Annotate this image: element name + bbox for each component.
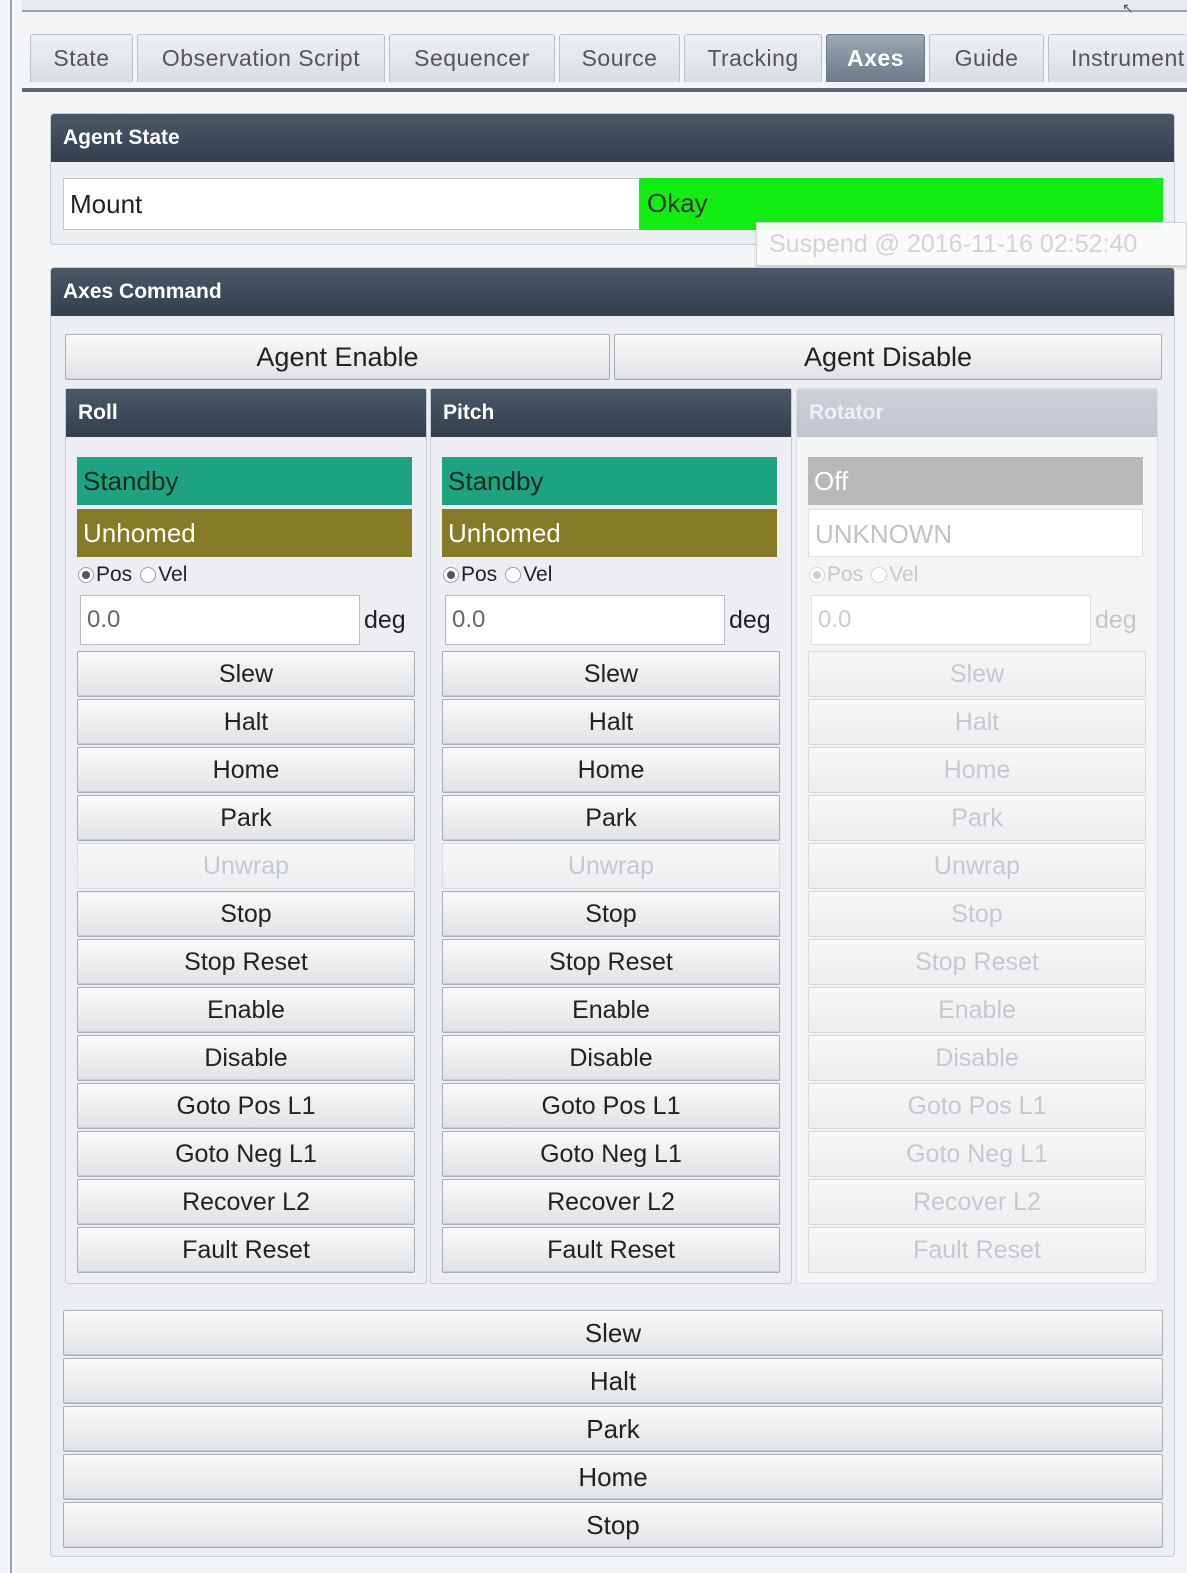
slew-button[interactable]: Slew bbox=[442, 651, 780, 697]
halt-button[interactable]: Halt bbox=[808, 699, 1146, 745]
axis-state-badge: Off bbox=[808, 457, 1143, 505]
mode-radio-group: Pos Vel bbox=[443, 563, 552, 587]
global-park-button[interactable]: Park bbox=[63, 1406, 1163, 1452]
slew-button[interactable]: Slew bbox=[808, 651, 1146, 697]
tab-state[interactable]: State bbox=[30, 34, 133, 82]
axis-title: Pitch bbox=[431, 389, 791, 437]
pitch-axis-panel: Pitch Standby Unhomed Pos Vel deg Slew H… bbox=[430, 388, 792, 1284]
axis-state-badge: Standby bbox=[442, 457, 777, 505]
vel-radio-label: Vel bbox=[889, 563, 919, 586]
pos-radio-label: Pos bbox=[96, 563, 133, 586]
home-button[interactable]: Home bbox=[442, 747, 780, 793]
park-button[interactable]: Park bbox=[77, 795, 415, 841]
left-border bbox=[10, 0, 12, 1573]
tab-source[interactable]: Source bbox=[559, 34, 680, 82]
roll-axis-panel: Roll Standby Unhomed Pos Vel deg Slew Ha… bbox=[65, 388, 427, 1284]
mode-radio-group: Pos Vel bbox=[809, 563, 918, 587]
halt-button[interactable]: Halt bbox=[77, 699, 415, 745]
unwrap-button[interactable]: Unwrap bbox=[808, 843, 1146, 889]
unwrap-button[interactable]: Unwrap bbox=[77, 843, 415, 889]
axes-command-title: Axes Command bbox=[51, 268, 1174, 316]
unit-label: deg bbox=[1095, 606, 1137, 634]
goto-neg-l1-button[interactable]: Goto Neg L1 bbox=[442, 1131, 780, 1177]
agent-name-field: Mount bbox=[63, 178, 641, 230]
stop-button[interactable]: Stop bbox=[77, 891, 415, 937]
vel-radio[interactable] bbox=[871, 567, 888, 583]
tab-sequencer[interactable]: Sequencer bbox=[389, 34, 555, 82]
disable-button[interactable]: Disable bbox=[808, 1035, 1146, 1081]
fault-reset-button[interactable]: Fault Reset bbox=[808, 1227, 1146, 1273]
tab-instrument[interactable]: Instrument bbox=[1048, 34, 1187, 82]
goto-pos-l1-button[interactable]: Goto Pos L1 bbox=[808, 1083, 1146, 1129]
park-button[interactable]: Park bbox=[442, 795, 780, 841]
suspend-tooltip: Suspend @ 2016-11-16 02:52:40 bbox=[756, 222, 1187, 266]
global-halt-button[interactable]: Halt bbox=[63, 1358, 1163, 1404]
stop-reset-button[interactable]: Stop Reset bbox=[808, 939, 1146, 985]
fault-reset-button[interactable]: Fault Reset bbox=[77, 1227, 415, 1273]
slew-button[interactable]: Slew bbox=[77, 651, 415, 697]
agent-state-title: Agent State bbox=[51, 114, 1174, 162]
tab-observation-script[interactable]: Observation Script bbox=[137, 34, 385, 82]
position-input[interactable] bbox=[811, 595, 1091, 645]
enable-button[interactable]: Enable bbox=[808, 987, 1146, 1033]
disable-button[interactable]: Disable bbox=[77, 1035, 415, 1081]
vel-radio[interactable] bbox=[140, 567, 157, 583]
axis-home-state-badge: Unhomed bbox=[442, 509, 777, 557]
fault-reset-button[interactable]: Fault Reset bbox=[442, 1227, 780, 1273]
recover-l2-button[interactable]: Recover L2 bbox=[77, 1179, 415, 1225]
unit-label: deg bbox=[729, 606, 771, 634]
home-button[interactable]: Home bbox=[808, 747, 1146, 793]
pos-radio-label: Pos bbox=[827, 563, 864, 586]
tab-guide[interactable]: Guide bbox=[929, 34, 1044, 82]
position-input[interactable] bbox=[445, 595, 725, 645]
disable-button[interactable]: Disable bbox=[442, 1035, 780, 1081]
axis-home-state-badge: Unhomed bbox=[77, 509, 412, 557]
pos-radio[interactable] bbox=[809, 567, 825, 583]
park-button[interactable]: Park bbox=[808, 795, 1146, 841]
agent-disable-button[interactable]: Agent Disable bbox=[614, 334, 1162, 380]
axis-title: Rotator bbox=[797, 389, 1157, 437]
recover-l2-button[interactable]: Recover L2 bbox=[442, 1179, 780, 1225]
vel-radio-label: Vel bbox=[158, 563, 188, 586]
stop-button[interactable]: Stop bbox=[442, 891, 780, 937]
goto-pos-l1-button[interactable]: Goto Pos L1 bbox=[77, 1083, 415, 1129]
pos-radio-label: Pos bbox=[461, 563, 498, 586]
axis-home-state-badge: UNKNOWN bbox=[808, 509, 1143, 557]
vel-radio[interactable] bbox=[505, 567, 522, 583]
vel-radio-label: Vel bbox=[523, 563, 553, 586]
global-stop-button[interactable]: Stop bbox=[63, 1502, 1163, 1548]
axis-title: Roll bbox=[66, 389, 426, 437]
tab-bar: State Observation Script Sequencer Sourc… bbox=[22, 22, 1187, 92]
enable-button[interactable]: Enable bbox=[77, 987, 415, 1033]
mouse-cursor-icon: ↖ bbox=[1122, 0, 1134, 16]
stop-reset-button[interactable]: Stop Reset bbox=[442, 939, 780, 985]
global-slew-button[interactable]: Slew bbox=[63, 1310, 1163, 1356]
rotator-axis-panel: Rotator Off UNKNOWN Pos Vel deg Slew Hal… bbox=[796, 388, 1158, 1284]
home-button[interactable]: Home bbox=[77, 747, 415, 793]
pos-radio[interactable] bbox=[78, 567, 94, 583]
mode-radio-group: Pos Vel bbox=[78, 563, 187, 587]
halt-button[interactable]: Halt bbox=[442, 699, 780, 745]
goto-neg-l1-button[interactable]: Goto Neg L1 bbox=[808, 1131, 1146, 1177]
axes-command-panel: Axes Command Agent Enable Agent Disable … bbox=[50, 267, 1175, 1557]
position-input[interactable] bbox=[80, 595, 360, 645]
goto-neg-l1-button[interactable]: Goto Neg L1 bbox=[77, 1131, 415, 1177]
agent-enable-button[interactable]: Agent Enable bbox=[65, 334, 610, 380]
recover-l2-button[interactable]: Recover L2 bbox=[808, 1179, 1146, 1225]
stop-reset-button[interactable]: Stop Reset bbox=[77, 939, 415, 985]
window-top-edge bbox=[22, 0, 1187, 12]
tab-axes[interactable]: Axes bbox=[826, 34, 925, 82]
stop-button[interactable]: Stop bbox=[808, 891, 1146, 937]
tab-tracking[interactable]: Tracking bbox=[684, 34, 822, 82]
unit-label: deg bbox=[364, 606, 406, 634]
global-home-button[interactable]: Home bbox=[63, 1454, 1163, 1500]
axis-state-badge: Standby bbox=[77, 457, 412, 505]
pos-radio[interactable] bbox=[443, 567, 459, 583]
unwrap-button[interactable]: Unwrap bbox=[442, 843, 780, 889]
enable-button[interactable]: Enable bbox=[442, 987, 780, 1033]
goto-pos-l1-button[interactable]: Goto Pos L1 bbox=[442, 1083, 780, 1129]
